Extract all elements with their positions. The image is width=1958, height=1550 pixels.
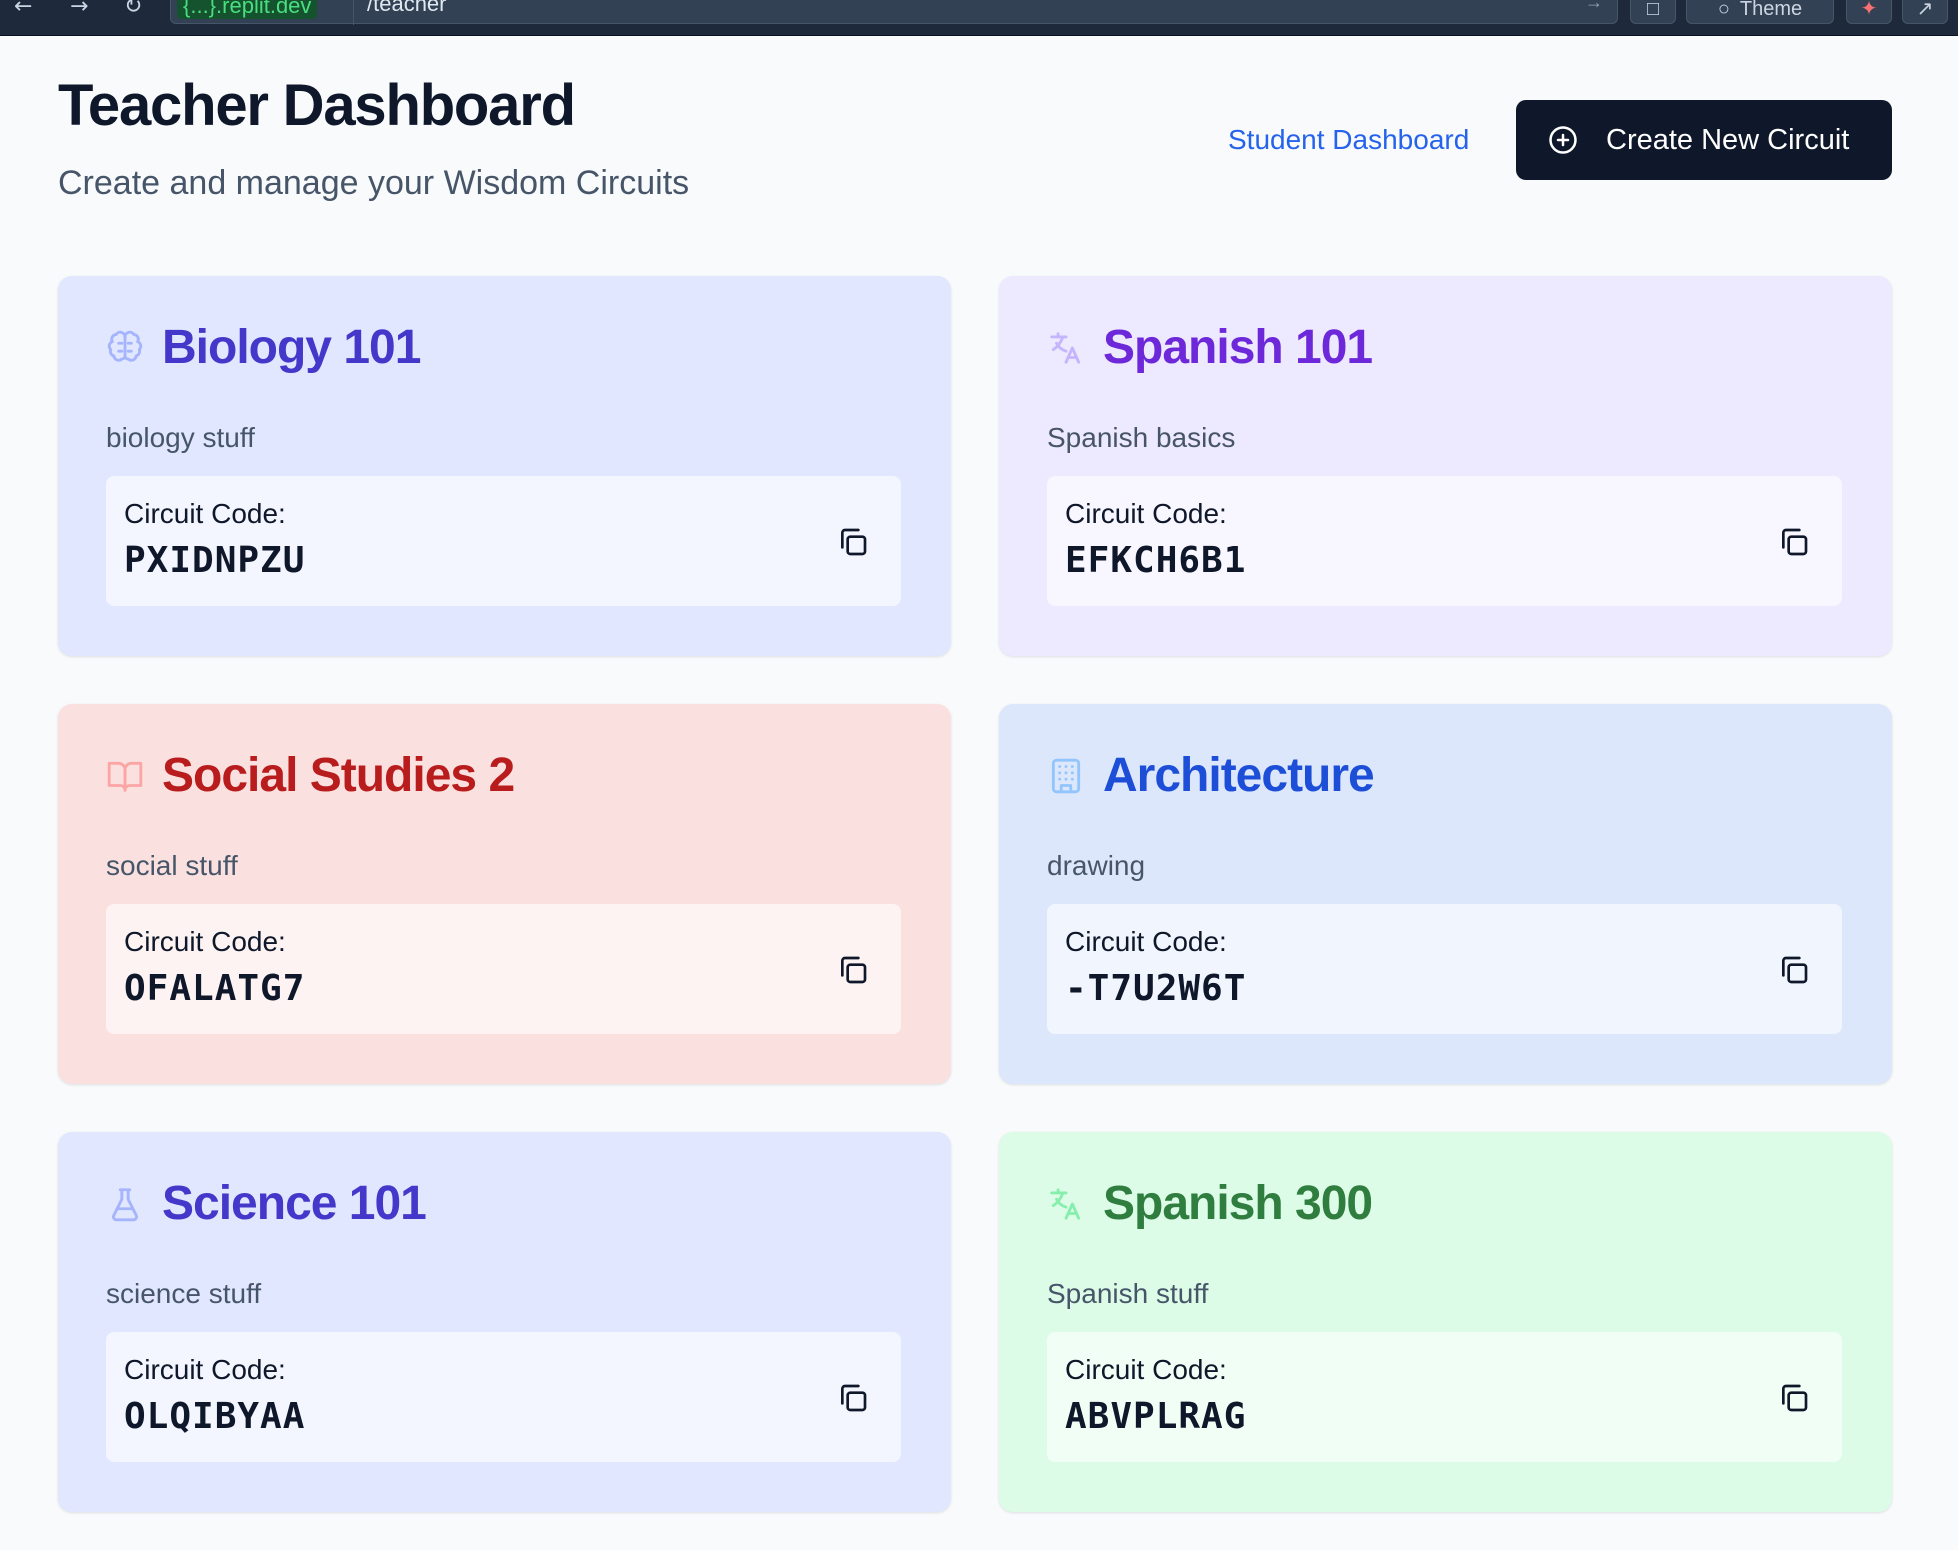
circuit-card[interactable]: Social Studies 2 social stuff Circuit Code… [58,704,951,1084]
url-divider [353,0,354,25]
plus-circle-icon [1549,126,1577,154]
circuit-code-box: Circuit Code: -T7U2W6T [1047,904,1842,1034]
copy-icon [1782,1384,1808,1412]
circuit-code-label: Circuit Code: [1065,1354,1227,1385]
card-header: Social Studies 2 [106,748,515,803]
circuit-code-value: ABVPLRAG [1065,1396,1247,1437]
student-dashboard-link[interactable]: Student Dashboard [1228,124,1469,156]
circuit-title: Science 101 [162,1177,427,1230]
card-header: Science 101 [106,1176,427,1231]
wrench-icon: ✦ [1860,0,1878,20]
theme-label: Theme [1739,0,1803,20]
copy-code-button[interactable] [1774,522,1814,562]
create-button-label: Create New Circuit [1606,123,1850,156]
circuit-card[interactable]: Science 101 science stuff Circuit Code: OLQ… [58,1132,951,1512]
circuit-code-value: OLQIBYAA [124,1396,306,1437]
card-header: Spanish 300 [1047,1176,1373,1231]
circuit-code-box: Circuit Code: PXIDNPZU [106,476,901,606]
circuit-code-value: PXIDNPZU [124,540,306,581]
devices-button[interactable]: □ [1630,0,1676,24]
copy-code-button[interactable] [1774,1378,1814,1418]
forward-arrow-icon[interactable]: → [70,0,88,22]
circuit-code-label: Circuit Code: [124,1354,286,1385]
browser-toolbar: ← → ↻ {...}.replit.dev /teacher → □ ○ Th… [0,0,1958,36]
go-arrow-icon[interactable]: → [1585,0,1603,11]
copy-code-button[interactable] [833,522,873,562]
palette-icon: ○ [1717,0,1730,20]
language-icon [1047,1185,1085,1223]
theme-button[interactable]: ○ Theme [1686,0,1834,24]
circuit-code-label: Circuit Code: [124,926,286,957]
circuit-description: Spanish basics [1047,422,1236,453]
circuit-description: drawing [1047,850,1146,881]
card-header: Spanish 101 [1047,320,1373,375]
back-arrow-icon[interactable]: ← [14,0,32,22]
tools-button[interactable]: ✦ [1846,0,1892,24]
brain-icon [106,329,144,367]
circuit-card[interactable]: Spanish 101 Spanish basics Circuit Code: EF… [999,276,1892,656]
card-header: Biology 101 [106,320,421,375]
open-external-button[interactable]: ↗ [1902,0,1948,24]
card-header: Architecture [1047,748,1375,803]
page-title: Teacher Dashboard [58,73,576,138]
copy-code-button[interactable] [1774,950,1814,990]
copy-icon [1782,528,1808,556]
circuit-code-value: OFALATG7 [124,968,306,1009]
circuit-code-box: Circuit Code: OFALATG7 [106,904,901,1034]
copy-icon [1782,956,1808,984]
circuit-code-value: EFKCH6B1 [1065,540,1247,581]
circuit-code-box: Circuit Code: OLQIBYAA [106,1332,901,1462]
circuit-code-label: Circuit Code: [124,498,286,529]
create-new-circuit-button[interactable]: Create New Circuit [1516,100,1892,180]
circuit-title: Spanish 101 [1103,321,1373,374]
circuit-title: Social Studies 2 [162,749,515,802]
circuit-card[interactable]: Architecture drawing Circuit Code: -T7U2W6T [999,704,1892,1084]
copy-icon [841,956,867,984]
circuit-title: Architecture [1103,749,1375,802]
page-subtitle: Create and manage your Wisdom Circuits [58,164,690,202]
circuit-description: Spanish stuff [1047,1278,1209,1309]
external-link-icon: ↗ [1916,0,1934,20]
language-icon [1047,329,1085,367]
circuit-description: biology stuff [106,422,255,453]
copy-code-button[interactable] [833,950,873,990]
circuit-code-label: Circuit Code: [1065,498,1227,529]
circuit-description: social stuff [106,850,238,881]
url-bar[interactable]: {...}.replit.dev /teacher → [170,0,1618,25]
circuit-code-box: Circuit Code: ABVPLRAG [1047,1332,1842,1462]
copy-icon [841,528,867,556]
circuit-code-value: -T7U2W6T [1065,968,1247,1009]
copy-icon [841,1384,867,1412]
copy-code-button[interactable] [833,1378,873,1418]
circuit-code-label: Circuit Code: [1065,926,1227,957]
building-icon [1047,757,1085,795]
circuit-title: Spanish 300 [1103,1177,1373,1230]
book-open-icon [106,757,144,795]
url-path: /teacher [367,0,447,16]
monitor-icon: □ [1646,0,1660,20]
circuit-code-box: Circuit Code: EFKCH6B1 [1047,476,1842,606]
url-host: {...}.replit.dev [177,0,318,19]
circuit-card[interactable]: Spanish 300 Spanish stuff Circuit Code: ABV… [999,1132,1892,1512]
circuit-description: science stuff [106,1278,262,1309]
flask-icon [106,1185,144,1223]
circuit-title: Biology 101 [162,321,421,374]
reload-icon[interactable]: ↻ [124,0,142,22]
circuit-card[interactable]: Biology 101 biology stuff Circuit Code: PXI… [58,276,951,656]
